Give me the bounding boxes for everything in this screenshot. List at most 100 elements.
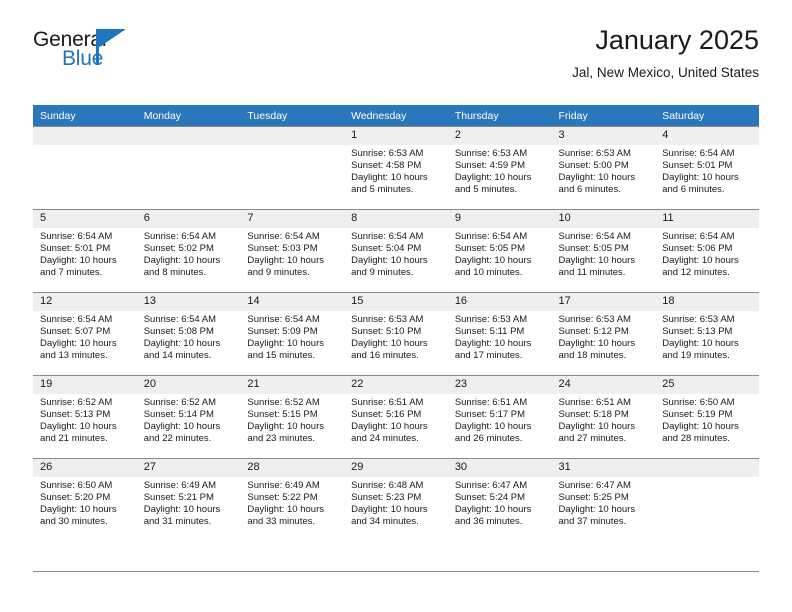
calendar-day-cell[interactable]: 26 Sunrise: 6:50 AM Sunset: 5:20 PM Dayligh… — [33, 458, 137, 541]
calendar-day-cell[interactable]: 10 Sunrise: 6:54 AM Sunset: 5:05 PM Dayligh… — [551, 209, 656, 293]
calendar-day-cell[interactable]: 22 Sunrise: 6:51 AM Sunset: 5:16 PM Dayligh… — [344, 375, 448, 459]
daylight-text: Daylight: 10 hours and 30 minutes. — [40, 504, 117, 528]
sunset-text: Sunset: 5:06 PM — [662, 243, 733, 255]
sunrise-text: Sunrise: 6:54 AM — [558, 231, 631, 242]
day-number: 19 — [33, 376, 137, 394]
sunrise-text: Sunrise: 6:53 AM — [558, 314, 631, 325]
daylight-text: Daylight: 10 hours and 6 minutes. — [662, 172, 739, 196]
day-number: 27 — [136, 459, 241, 477]
weekday-header-tuesday: Tuesday — [240, 105, 345, 127]
logo-triangle-icon — [98, 29, 126, 48]
weekday-header-saturday: Saturday — [655, 105, 759, 127]
calendar-day-cell[interactable]: 21 Sunrise: 6:52 AM Sunset: 5:15 PM Dayligh… — [240, 375, 345, 459]
calendar-day-cell[interactable]: 6 Sunrise: 6:54 AM Sunset: 5:02 PM Daylight… — [136, 209, 241, 293]
calendar-day-cell[interactable]: 23 Sunrise: 6:51 AM Sunset: 5:17 PM Dayligh… — [447, 375, 552, 459]
day-details: Sunrise: 6:54 AM Sunset: 5:02 PM Daylight:… — [137, 228, 241, 279]
day-details: Sunrise: 6:54 AM Sunset: 5:07 PM Daylight:… — [33, 311, 137, 362]
daylight-text: Daylight: 10 hours and 7 minutes. — [40, 255, 117, 279]
sunset-text: Sunset: 5:05 PM — [558, 243, 629, 255]
calendar-day-cell[interactable]: 11 Sunrise: 6:54 AM Sunset: 5:06 PM Dayligh… — [655, 209, 759, 293]
calendar-day-cell[interactable]: 1 Sunrise: 6:53 AM Sunset: 4:58 PM Daylight… — [344, 126, 448, 210]
calendar-day-cell[interactable]: 29 Sunrise: 6:48 AM Sunset: 5:23 PM Dayligh… — [344, 458, 448, 541]
calendar-day-cell[interactable]: 4 Sunrise: 6:54 AM Sunset: 5:01 PM Daylight… — [655, 126, 759, 210]
daylight-text: Daylight: 10 hours and 36 minutes. — [454, 504, 532, 528]
calendar-day-cell[interactable]: 15 Sunrise: 6:53 AM Sunset: 5:10 PM Dayligh… — [344, 292, 448, 376]
daylight-text: Daylight: 10 hours and 9 minutes. — [247, 255, 324, 279]
sunset-text: Sunset: 5:01 PM — [662, 160, 733, 172]
calendar-day-cell[interactable]: 19 Sunrise: 6:52 AM Sunset: 5:13 PM Dayligh… — [33, 375, 137, 459]
sunset-text: Sunset: 5:25 PM — [558, 492, 629, 504]
sunset-text: Sunset: 5:17 PM — [454, 409, 526, 421]
calendar-week-row: 1 Sunrise: 6:53 AM Sunset: 4:58 PM Daylight… — [33, 126, 759, 210]
calendar-day-cell[interactable]: 27 Sunrise: 6:49 AM Sunset: 5:21 PM Dayligh… — [136, 458, 241, 541]
day-number: 8 — [344, 210, 448, 228]
sunrise-text: Sunrise: 6:53 AM — [351, 314, 424, 325]
sunrise-text: Sunrise: 6:52 AM — [247, 397, 320, 408]
calendar-day-cell[interactable]: 13 Sunrise: 6:54 AM Sunset: 5:08 PM Dayligh… — [136, 292, 241, 376]
day-details: Sunrise: 6:52 AM Sunset: 5:13 PM Daylight:… — [33, 394, 137, 445]
grid-bottom-border — [33, 571, 759, 572]
sunset-text: Sunset: 5:16 PM — [351, 409, 422, 421]
day-details: Sunrise: 6:53 AM Sunset: 4:59 PM Daylight:… — [448, 145, 552, 196]
daylight-text: Daylight: 10 hours and 18 minutes. — [558, 338, 636, 362]
day-number: 1 — [344, 127, 448, 145]
sunset-text: Sunset: 5:02 PM — [143, 243, 214, 255]
calendar-day-cell[interactable]: 3 Sunrise: 6:53 AM Sunset: 5:00 PM Daylight… — [551, 126, 656, 210]
sunrise-text: Sunrise: 6:49 AM — [247, 480, 320, 491]
daylight-text: Daylight: 10 hours and 8 minutes. — [143, 255, 221, 279]
page-subtitle: Jal, New Mexico, United States — [572, 65, 759, 80]
day-details: Sunrise: 6:53 AM Sunset: 5:12 PM Daylight:… — [552, 311, 656, 362]
day-details: Sunrise: 6:53 AM Sunset: 5:10 PM Daylight:… — [344, 311, 448, 362]
page-header: General Blue January 2025 Jal, New Mexic… — [33, 24, 759, 96]
calendar-day-cell[interactable]: 7 Sunrise: 6:54 AM Sunset: 5:03 PM Daylight… — [240, 209, 345, 293]
calendar-day-cell[interactable]: 9 Sunrise: 6:54 AM Sunset: 5:05 PM Daylight… — [447, 209, 552, 293]
calendar-day-cell[interactable]: 18 Sunrise: 6:53 AM Sunset: 5:13 PM Dayligh… — [655, 292, 759, 376]
day-details: Sunrise: 6:54 AM Sunset: 5:01 PM Daylight:… — [33, 228, 137, 279]
day-details: Sunrise: 6:53 AM Sunset: 5:11 PM Daylight:… — [448, 311, 552, 362]
day-number: 30 — [447, 459, 552, 477]
sunset-text: Sunset: 5:14 PM — [143, 409, 214, 421]
calendar-day-cell[interactable]: 25 Sunrise: 6:50 AM Sunset: 5:19 PM Dayligh… — [655, 375, 759, 459]
day-details: Sunrise: 6:51 AM Sunset: 5:16 PM Daylight:… — [344, 394, 448, 445]
sunrise-text: Sunrise: 6:53 AM — [454, 314, 528, 325]
day-number: 2 — [447, 127, 552, 145]
sunset-text: Sunset: 5:07 PM — [40, 326, 111, 338]
sunrise-text: Sunrise: 6:50 AM — [662, 397, 735, 408]
calendar-day-cell[interactable]: 8 Sunrise: 6:54 AM Sunset: 5:04 PM Daylight… — [344, 209, 448, 293]
calendar-day-cell[interactable]: 31 Sunrise: 6:47 AM Sunset: 5:25 PM Dayligh… — [551, 458, 656, 541]
title-block: January 2025 Jal, New Mexico, United Sta… — [572, 24, 759, 82]
calendar-day-cell[interactable]: 20 Sunrise: 6:52 AM Sunset: 5:14 PM Dayligh… — [136, 375, 241, 459]
calendar-week-row: 12 Sunrise: 6:54 AM Sunset: 5:07 PM Dayligh… — [33, 292, 759, 376]
sunset-text: Sunset: 5:09 PM — [247, 326, 318, 338]
day-number — [136, 127, 241, 145]
weekday-header-monday: Monday — [136, 105, 241, 127]
calendar-day-cell[interactable]: 30 Sunrise: 6:47 AM Sunset: 5:24 PM Dayligh… — [447, 458, 552, 541]
day-number: 28 — [240, 459, 345, 477]
calendar-day-cell[interactable]: 16 Sunrise: 6:53 AM Sunset: 5:11 PM Dayligh… — [447, 292, 552, 376]
calendar-week-row: 5 Sunrise: 6:54 AM Sunset: 5:01 PM Daylight… — [33, 209, 759, 293]
day-number: 6 — [136, 210, 241, 228]
daylight-text: Daylight: 10 hours and 37 minutes. — [558, 504, 636, 528]
sunrise-text: Sunrise: 6:54 AM — [454, 231, 528, 242]
sunrise-text: Sunrise: 6:51 AM — [558, 397, 631, 408]
daylight-text: Daylight: 10 hours and 26 minutes. — [454, 421, 532, 445]
calendar-day-cell[interactable]: 2 Sunrise: 6:53 AM Sunset: 4:59 PM Daylight… — [447, 126, 552, 210]
sunset-text: Sunset: 5:13 PM — [40, 409, 111, 421]
day-number: 18 — [655, 293, 759, 311]
sunrise-text: Sunrise: 6:54 AM — [40, 231, 113, 242]
day-number: 23 — [447, 376, 552, 394]
sunset-text: Sunset: 5:04 PM — [351, 243, 422, 255]
calendar-day-cell[interactable]: 12 Sunrise: 6:54 AM Sunset: 5:07 PM Dayligh… — [33, 292, 137, 376]
sunset-text: Sunset: 5:11 PM — [454, 326, 525, 338]
calendar-day-cell[interactable]: 5 Sunrise: 6:54 AM Sunset: 5:01 PM Daylight… — [33, 209, 137, 293]
calendar-day-cell[interactable]: 14 Sunrise: 6:54 AM Sunset: 5:09 PM Dayligh… — [240, 292, 345, 376]
sunset-text: Sunset: 5:01 PM — [40, 243, 111, 255]
calendar-day-cell[interactable]: 28 Sunrise: 6:49 AM Sunset: 5:22 PM Dayligh… — [240, 458, 345, 541]
sunrise-text: Sunrise: 6:47 AM — [558, 480, 631, 491]
sunrise-text: Sunrise: 6:54 AM — [247, 314, 320, 325]
daylight-text: Daylight: 10 hours and 22 minutes. — [143, 421, 221, 445]
calendar-day-cell[interactable]: 24 Sunrise: 6:51 AM Sunset: 5:18 PM Dayligh… — [551, 375, 656, 459]
sunrise-text: Sunrise: 6:54 AM — [143, 314, 217, 325]
calendar-day-cell[interactable]: 17 Sunrise: 6:53 AM Sunset: 5:12 PM Dayligh… — [551, 292, 656, 376]
weekday-header-row: Sunday Monday Tuesday Wednesday Thursday Frid… — [33, 105, 759, 127]
